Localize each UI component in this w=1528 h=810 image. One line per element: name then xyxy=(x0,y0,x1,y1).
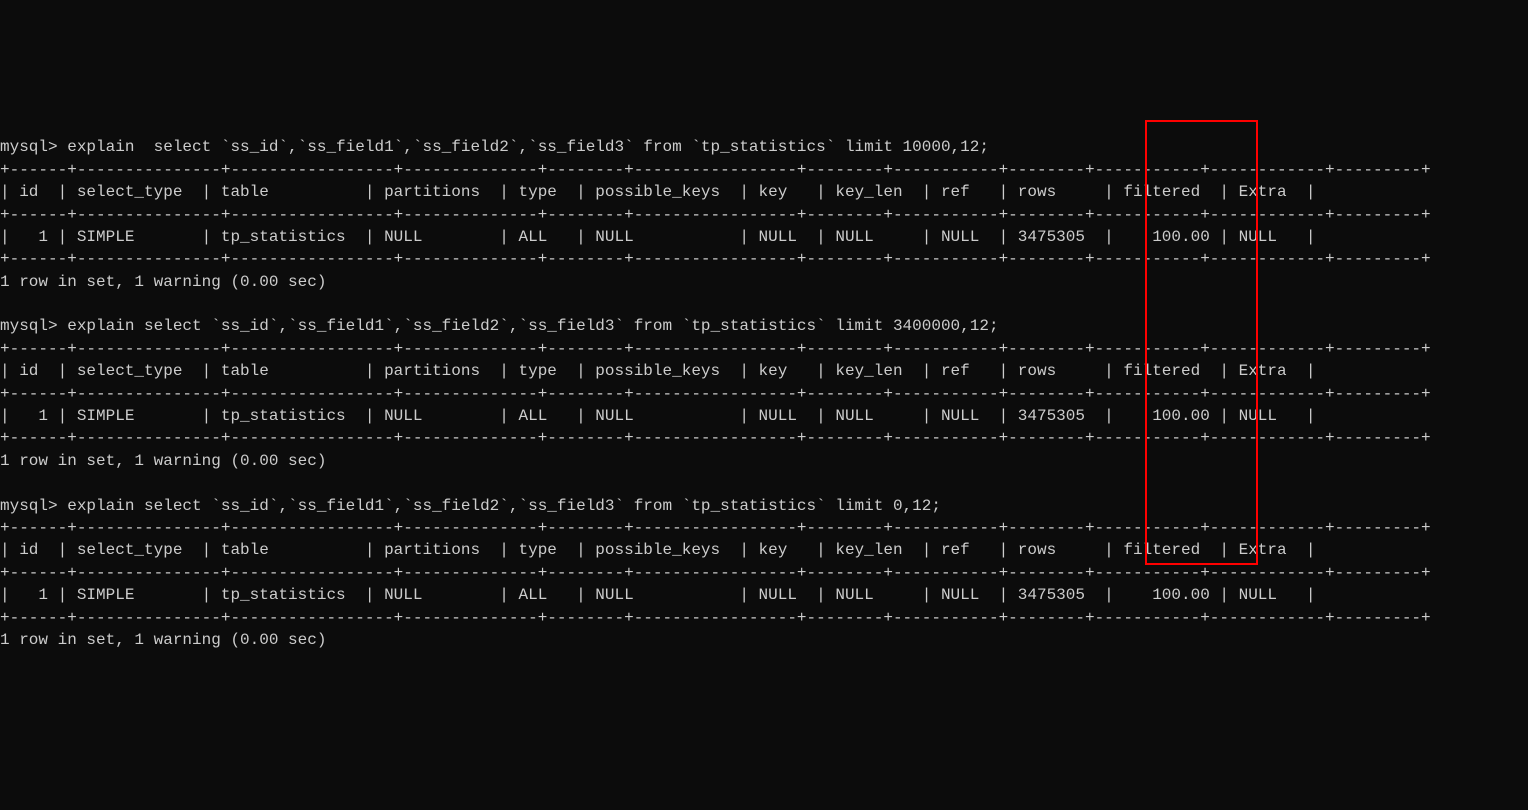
terminal-output: mysql> explain select `ss_id`,`ss_field1… xyxy=(0,90,1528,699)
